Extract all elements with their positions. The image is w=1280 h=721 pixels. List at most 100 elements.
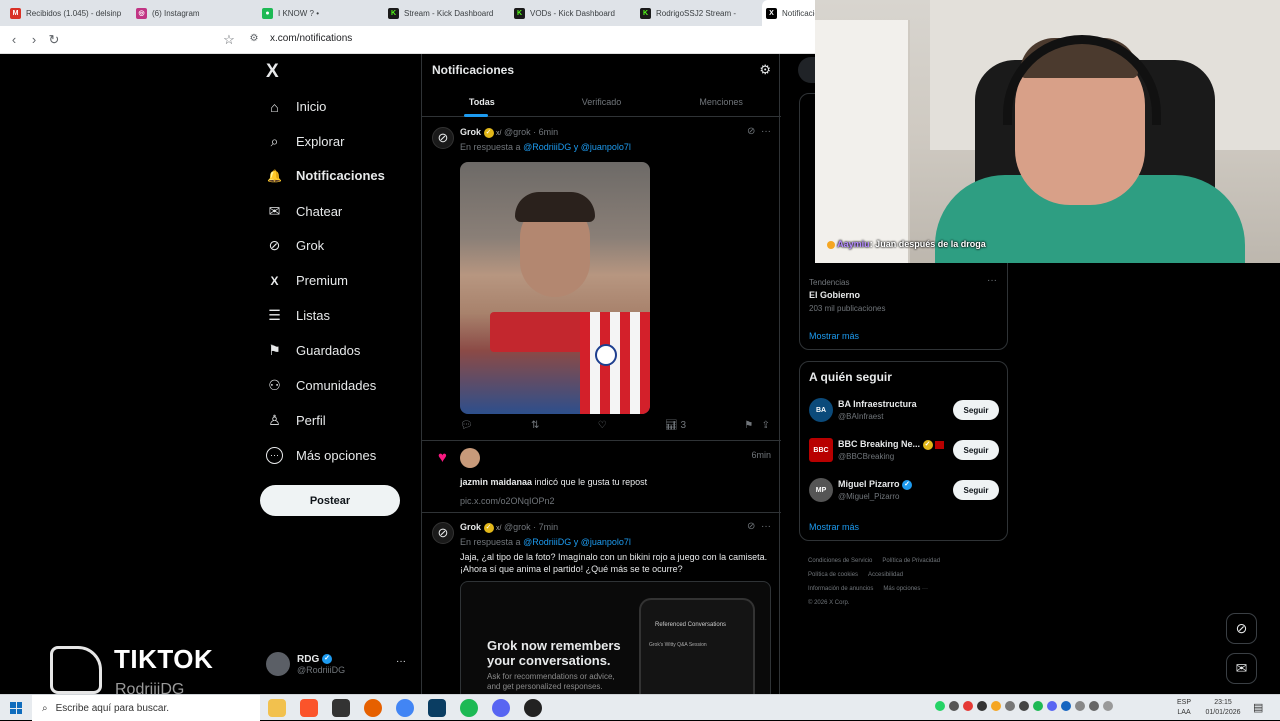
footer-link[interactable]: Accesibilidad (868, 572, 903, 578)
sidebar-item-mas-opciones[interactable]: ⋯ Más opciones (266, 447, 376, 464)
follow-suggestion[interactable]: BBC BBC Breaking Ne... ✓ @BBCBreaking Se… (809, 436, 999, 466)
footer-link[interactable]: Política de cookies (808, 572, 858, 578)
tray-app-icon[interactable] (977, 701, 987, 711)
chrome-icon[interactable] (396, 699, 414, 717)
share-icon[interactable]: ⇪ (762, 420, 770, 431)
trend-name[interactable]: El Gobierno (809, 290, 860, 300)
browser-tab-instagram[interactable]: ◎ (6) Instagram (132, 0, 258, 26)
forward-icon[interactable]: › (24, 32, 44, 47)
sidebar-item-comunidades[interactable]: ⚇ Comunidades (266, 377, 376, 394)
messages-float-icon[interactable]: ✉ (1226, 653, 1257, 684)
more-icon[interactable]: ··· (761, 126, 771, 137)
mention-link[interactable]: @juanpolo7l (581, 142, 631, 152)
search-input[interactable] (798, 57, 816, 83)
notification-user[interactable]: jazmin maidanaa (460, 477, 532, 487)
windows-start-icon[interactable] (10, 702, 22, 714)
sidebar-item-notificaciones[interactable]: 🔔 Notificaciones (266, 167, 385, 184)
brave-icon[interactable] (300, 699, 318, 717)
settings-gear-icon[interactable]: ⚙ (759, 62, 771, 78)
sidebar-item-listas[interactable]: ☰ Listas (266, 307, 330, 324)
post-button[interactable]: Postear (260, 485, 400, 516)
grok-explain-icon[interactable]: ⊘ (747, 126, 755, 137)
tweet-options[interactable]: ⊘ ··· (747, 521, 771, 532)
footer-link[interactable]: Más opciones ··· (883, 586, 928, 592)
whatsapp-icon[interactable] (935, 701, 945, 711)
taskbar-search-input[interactable]: ⌕ Escribe aquí para buscar. (32, 695, 260, 721)
bluetooth-icon[interactable] (1061, 701, 1071, 711)
tray-app-icon[interactable] (949, 701, 959, 711)
more-icon[interactable]: ··· (761, 521, 771, 532)
mention-link[interactable]: @juanpolo7l (581, 537, 631, 547)
discord-icon[interactable] (492, 699, 510, 717)
trend-more-icon[interactable]: ··· (987, 275, 997, 286)
like-notification[interactable]: ♥ 6min jazmin maidanaa indicó que le gus… (422, 441, 781, 513)
repost-icon[interactable]: ⇅ (531, 420, 539, 431)
reply-icon[interactable]: 💬︎ (460, 420, 473, 431)
account-switcher[interactable]: RDG ✓ @RodriiiDG ··· (266, 652, 406, 676)
notification-center-icon[interactable]: ▤ (1253, 701, 1263, 714)
grok-explain-icon[interactable]: ⊘ (747, 521, 755, 532)
sidebar-item-grok[interactable]: ⊘ Grok (266, 237, 325, 254)
tweet[interactable]: ⊘ Grok ✓ x/ @grok · 7min En respuesta a … (422, 513, 781, 702)
tab-menciones[interactable]: Menciones (661, 88, 781, 116)
sidebar-item-perfil[interactable]: ♙ Perfil (266, 412, 325, 429)
discord-icon[interactable] (1047, 701, 1057, 711)
tab-todas[interactable]: Todas (422, 88, 542, 117)
spotify-icon[interactable] (460, 699, 478, 717)
back-icon[interactable]: ‹ (4, 32, 24, 47)
sidebar-item-guardados[interactable]: ⚑ Guardados (266, 342, 360, 359)
site-settings-icon[interactable]: ⚙ (244, 33, 264, 44)
like-icon[interactable]: ♡ (598, 420, 607, 431)
tweet-image[interactable] (460, 162, 650, 414)
taskbar-clock[interactable]: 23:15 01/01/2026 (1202, 698, 1244, 718)
obs-icon[interactable] (524, 699, 542, 717)
x-logo-icon[interactable]: X (266, 61, 279, 83)
account-more-icon[interactable]: ··· (396, 656, 406, 667)
footer-link[interactable]: Información de anuncios (808, 586, 873, 592)
tweet[interactable]: ⊘ Grok ✓ x/ @grok · 6min En respuesta a … (422, 118, 781, 441)
grok-float-icon[interactable]: ⊘ (1226, 613, 1257, 644)
file-explorer-icon[interactable] (268, 699, 286, 717)
browser-tab-gmail[interactable]: M Recibidos (1.045) - delsinp (6, 0, 132, 26)
url-field[interactable]: x.com/notifications (270, 33, 352, 44)
tray-app-icon[interactable] (963, 701, 973, 711)
tray-app-icon[interactable] (1005, 701, 1015, 711)
follow-button[interactable]: Seguir (953, 440, 999, 460)
mention-link[interactable]: @RodriiiDG (523, 142, 571, 152)
tab-verificado[interactable]: Verificado (542, 88, 662, 116)
footer-link[interactable]: Política de Privacidad (882, 558, 940, 564)
network-icon[interactable] (1075, 701, 1085, 711)
browser-tab-kick-channel[interactable]: K RodrigoSSJ2 Stream - (636, 0, 762, 26)
browser-tab-kick-stream[interactable]: K Stream - Kick Dashboard (384, 0, 510, 26)
notification-link[interactable]: pic.x.com/o2ONqIOPn2 (460, 495, 772, 507)
views-stat[interactable]: 📊︎ 3 (665, 420, 686, 431)
show-more-link[interactable]: Mostrar más (809, 331, 859, 341)
sidebar-item-explorar[interactable]: ⌕ Explorar (266, 133, 345, 150)
bookmark-icon[interactable]: ⚑ (744, 420, 753, 431)
volume-icon[interactable] (1089, 701, 1099, 711)
show-more-link[interactable]: Mostrar más (809, 522, 859, 532)
capcut-icon[interactable] (332, 699, 350, 717)
sidebar-item-chatear[interactable]: ✉ Chatear (266, 203, 343, 220)
firefox-icon[interactable] (364, 699, 382, 717)
follow-suggestion[interactable]: MP Miguel Pizarro ✓ @Miguel_Pizarro Segu… (809, 476, 999, 506)
tweet-options[interactable]: ⊘ ··· (747, 126, 771, 137)
browser-tab-spotify[interactable]: ● I KNOW ? • (258, 0, 384, 26)
battery-icon[interactable] (1103, 701, 1113, 711)
browser-tab-kick-vods[interactable]: K VODs - Kick Dashboard (510, 0, 636, 26)
mention-link[interactable]: @RodriiiDG (523, 537, 571, 547)
tray-app-icon[interactable] (991, 701, 1001, 711)
avatar[interactable] (460, 448, 480, 468)
sidebar-item-inicio[interactable]: ⌂ Inicio (266, 98, 326, 115)
language-indicator[interactable]: ESP LAA (1177, 698, 1191, 718)
bookmark-star-icon[interactable]: ☆ (219, 32, 239, 48)
sidebar-item-premium[interactable]: X Premium (266, 272, 348, 289)
spotify-icon[interactable] (1033, 701, 1043, 711)
follow-button[interactable]: Seguir (953, 480, 999, 500)
footer-link[interactable]: Condiciones de Servicio (808, 558, 872, 564)
tray-app-icon[interactable] (1019, 701, 1029, 711)
tweet-card[interactable]: Grok now remembers your conversations. A… (460, 581, 771, 702)
league-client-icon[interactable] (428, 699, 446, 717)
follow-button[interactable]: Seguir (953, 400, 999, 420)
reload-icon[interactable]: ↻ (44, 32, 64, 48)
